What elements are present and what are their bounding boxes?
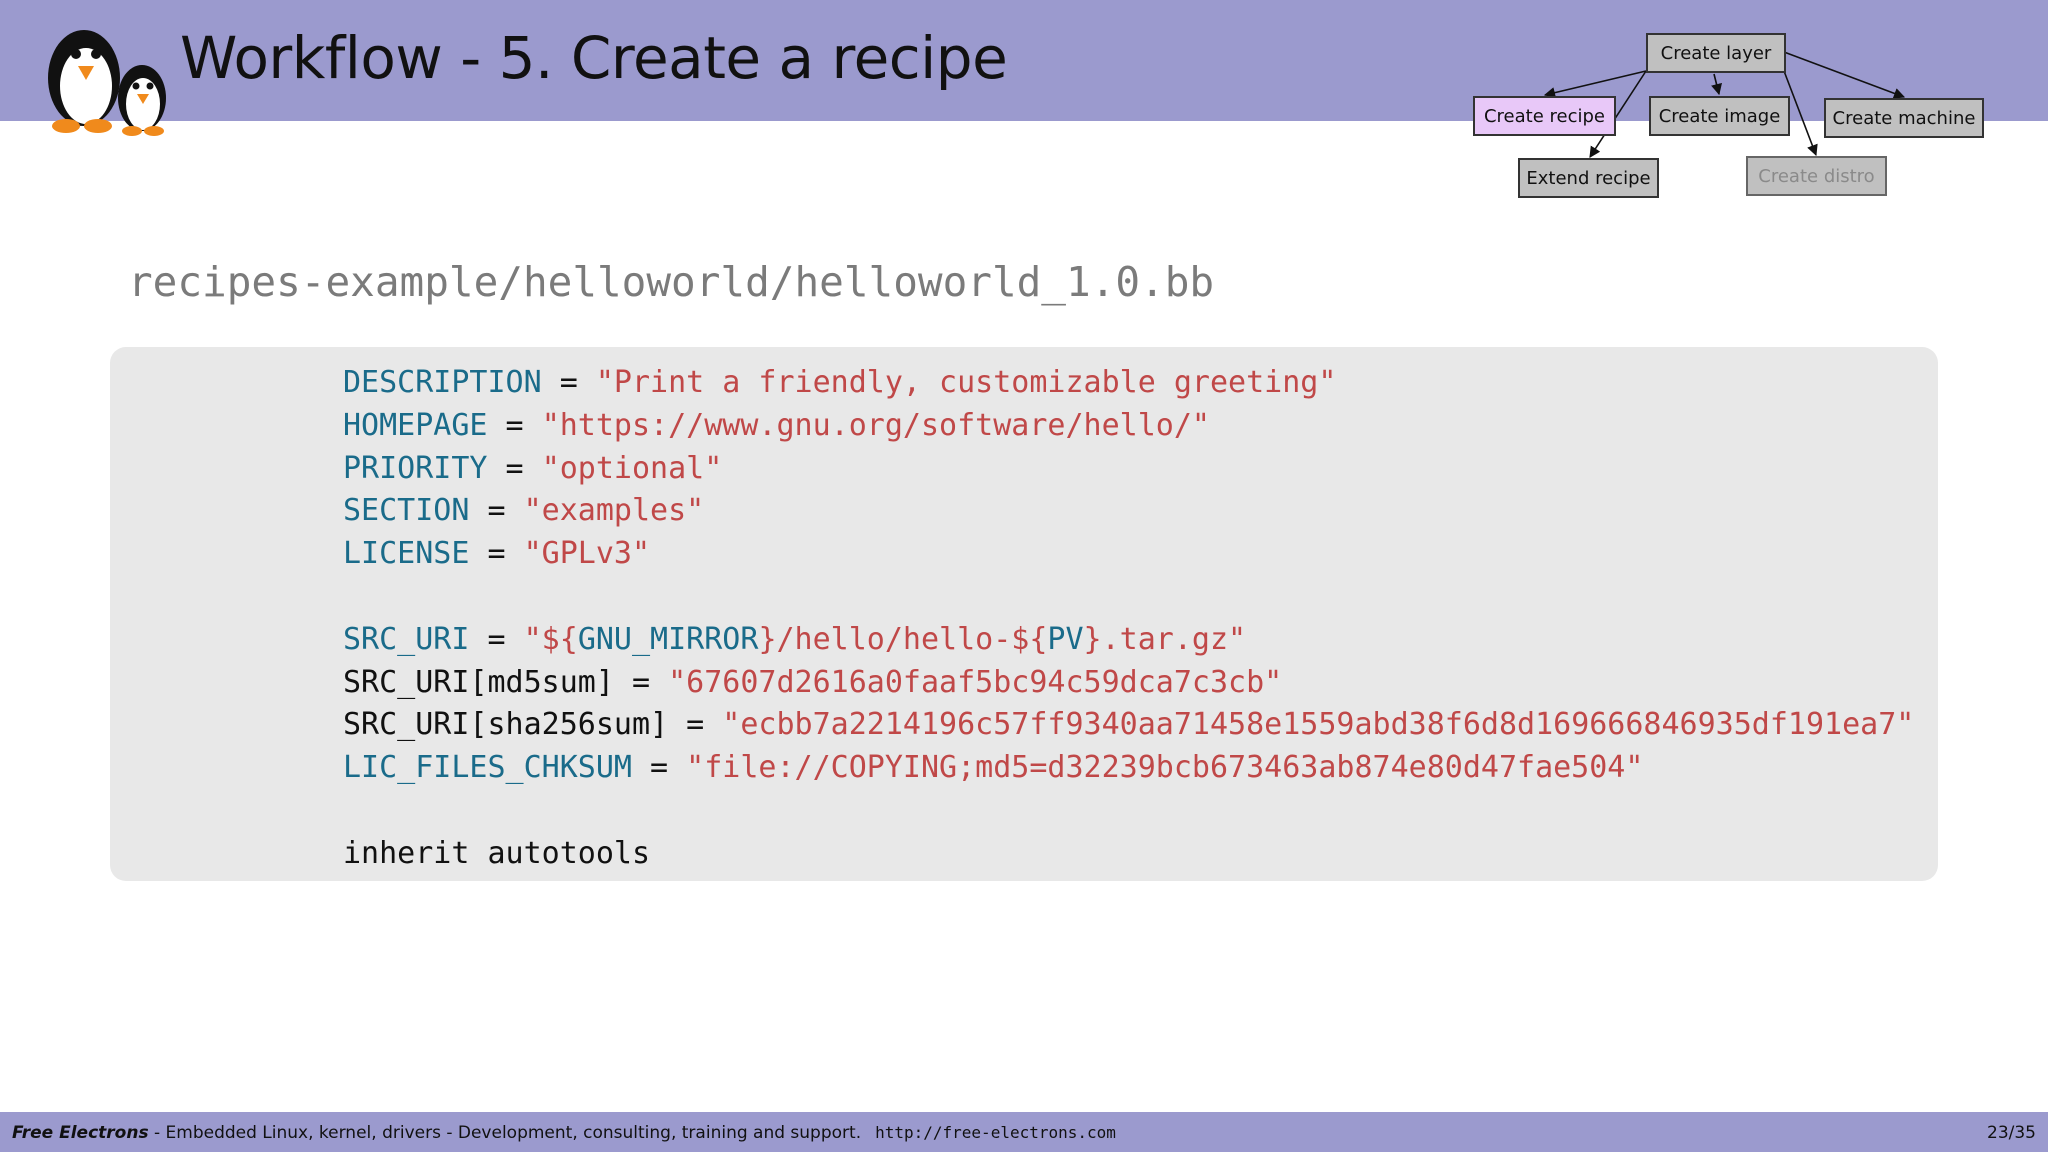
- footer-tagline: - Embedded Linux, kernel, drivers - Deve…: [148, 1123, 862, 1143]
- code-line: PRIORITY = "optional": [343, 448, 1914, 491]
- code-text: SRC_URI[sha256sum] =: [343, 707, 723, 743]
- workflow-node-create-layer: Create layer: [1646, 33, 1786, 73]
- code-string: "examples": [523, 493, 705, 529]
- code-string: "ecbb7a2214196c57ff9340aa71458e1559abd38…: [722, 707, 1915, 743]
- code-line: SECTION = "examples": [343, 490, 1914, 533]
- code-string: "optional": [541, 450, 723, 486]
- workflow-diagram: Create layer Create recipe Create image …: [1460, 28, 2000, 208]
- workflow-node-create-machine: Create machine: [1824, 98, 1984, 138]
- code-string: "https://www.gnu.org/software/hello/": [541, 407, 1210, 443]
- code-line: inherit autotools: [343, 833, 1914, 876]
- code-string: "file://COPYING;md5=d32239bcb673463ab874…: [686, 750, 1644, 786]
- code-keyword: SECTION: [343, 493, 470, 529]
- code-keyword: DESCRIPTION: [343, 365, 542, 400]
- code-string: "${: [523, 621, 578, 657]
- page-number: 23/35: [1987, 1123, 2036, 1143]
- code-text: =: [487, 450, 542, 486]
- code-string: "Print a friendly, customizable greeting…: [595, 365, 1337, 400]
- code-text: inherit autotools: [343, 835, 651, 871]
- code-keyword: HOMEPAGE: [343, 407, 488, 443]
- code-line: SRC_URI = "${GNU_MIRROR}/hello/hello-${P…: [343, 619, 1914, 662]
- code-keyword: PV: [1047, 621, 1084, 657]
- code-line: SRC_URI[md5sum] = "67607d2616a0faaf5bc94…: [343, 662, 1914, 705]
- recipe-file-path: recipes-example/helloworld/helloworld_1.…: [128, 258, 1215, 306]
- code-keyword: LICENSE: [343, 536, 470, 572]
- code-text: =: [631, 750, 687, 786]
- code-line: LICENSE = "GPLv3": [343, 533, 1914, 576]
- penguin-logo-icon: [48, 30, 166, 136]
- slide-title: Workflow - 5. Create a recipe: [180, 24, 1008, 92]
- code-string: "GPLv3": [523, 536, 651, 572]
- footer-bar: Free Electrons - Embedded Linux, kernel,…: [0, 1112, 2048, 1152]
- code-keyword: PRIORITY: [343, 450, 488, 486]
- code-text: =: [469, 621, 524, 657]
- code-text: =: [469, 493, 524, 529]
- code-line: DESCRIPTION = "Print a friendly, customi…: [343, 362, 1914, 405]
- code-line: SRC_URI[sha256sum] = "ecbb7a2214196c57ff…: [343, 704, 1914, 747]
- workflow-node-create-recipe: Create recipe: [1473, 96, 1616, 136]
- code-text: =: [469, 536, 524, 572]
- recipe-code: DESCRIPTION = "Print a friendly, customi…: [343, 362, 1914, 876]
- code-text: =: [487, 407, 542, 443]
- code-text: =: [541, 365, 596, 400]
- code-keyword: LIC_FILES_CHKSUM: [343, 750, 632, 786]
- code-line: HOMEPAGE = "https://www.gnu.org/software…: [343, 405, 1914, 448]
- code-string: "67607d2616a0faaf5bc94c59dca7c3cb": [668, 664, 1283, 700]
- workflow-node-create-image: Create image: [1649, 96, 1790, 136]
- code-keyword: GNU_MIRROR: [577, 621, 759, 657]
- code-keyword: SRC_URI: [343, 621, 470, 657]
- code-string: }/hello/hello-${: [758, 621, 1048, 657]
- footer-url[interactable]: http://free-electrons.com: [875, 1123, 1116, 1142]
- workflow-node-create-distro: Create distro: [1746, 156, 1887, 196]
- code-string: }.tar.gz": [1083, 621, 1247, 657]
- workflow-node-extend-recipe: Extend recipe: [1518, 158, 1659, 198]
- code-text: SRC_URI[md5sum] =: [343, 664, 669, 700]
- code-line: LIC_FILES_CHKSUM = "file://COPYING;md5=d…: [343, 747, 1914, 790]
- footer-brand: Free Electrons: [12, 1123, 149, 1143]
